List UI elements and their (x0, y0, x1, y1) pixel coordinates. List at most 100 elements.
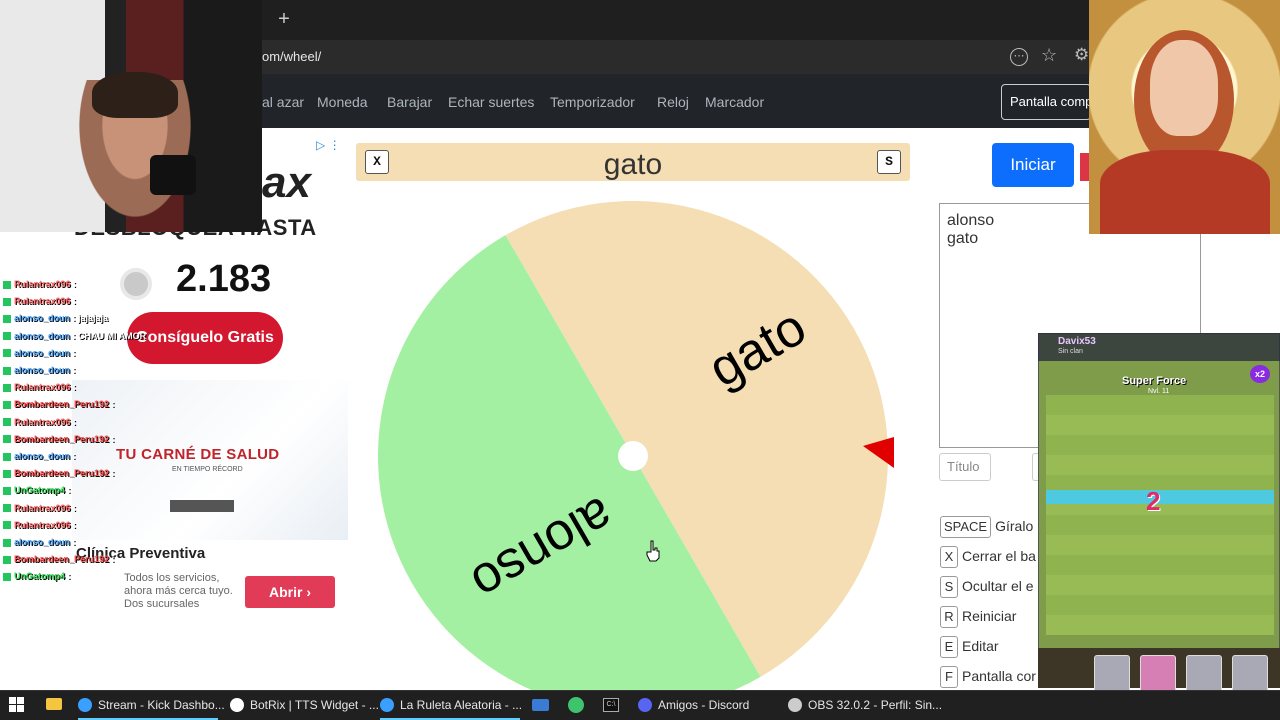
taskbar-item-stream[interactable]: Stream - Kick Dashbo... (78, 690, 225, 720)
hand-cursor-icon (646, 540, 660, 562)
chat-message: alonso_doun : (3, 448, 76, 465)
health-ad-subtitle: EN TIEMPO RÉCORD (172, 466, 243, 473)
nav-item-marcador[interactable]: Marcador (705, 92, 764, 112)
chat-username: alonso_doun (14, 313, 70, 324)
spin-wheel[interactable]: gato alonso (375, 200, 895, 690)
new-tab-button[interactable]: + (274, 8, 294, 30)
chat-badge-icon (3, 469, 11, 478)
taskbar-item-discord[interactable]: Amigos - Discord (638, 690, 778, 720)
chat-username: Bombardeen_Peru192 (14, 554, 110, 565)
chat-message: alonso_doun : (3, 534, 76, 551)
taskbar-label: Stream - Kick Dashbo... (98, 698, 225, 712)
shortcut-hide: S Ocultar el e (940, 576, 1034, 600)
shortcut-key: S (940, 576, 958, 598)
chat-text: : (70, 519, 77, 530)
url-field[interactable]: om/wheel/ (262, 46, 1082, 68)
nav-item-moneda[interactable]: Moneda (317, 92, 368, 112)
chat-text: : (109, 399, 115, 410)
chat-badge-icon (3, 538, 11, 547)
hide-result-button[interactable]: S (877, 150, 901, 174)
shortcut-key: R (940, 606, 958, 628)
shortcut-label: Gíralo (995, 518, 1034, 534)
chat-username: alonso_doun (14, 537, 70, 547)
chat-username: UnGatomp4 (14, 571, 66, 582)
chat-badge-icon (3, 418, 11, 427)
ad-info-icon[interactable]: ▷ ⋮ (316, 138, 341, 152)
start-button[interactable]: Iniciar (992, 143, 1074, 187)
chat-text: : (70, 537, 76, 547)
shortcut-label: Editar (962, 638, 999, 654)
taskbar-label: OBS 32.0.2 - Perfil: Sin... (808, 698, 943, 712)
chat-username: Bombardeen_Peru192 (14, 433, 110, 444)
windows-start-icon[interactable] (9, 697, 24, 712)
more-icon[interactable]: ⋯ (1010, 48, 1028, 66)
streamer-hair (92, 72, 178, 118)
chat-message: alonso_doun : (3, 345, 76, 362)
chat-message: alonso_doun : CHAU MI AMOR (3, 328, 146, 345)
game-banner-sub: Nvl. 11 (1148, 388, 1170, 395)
game-score: 2 (1146, 486, 1161, 516)
fullscreen-button[interactable]: Pantalla comp (1001, 84, 1091, 120)
ad-number: 2.183 (176, 258, 272, 300)
close-result-button[interactable]: X (365, 150, 389, 174)
chat-text: : jajajaja (70, 313, 109, 324)
shortcut-key: X (940, 546, 958, 568)
edge-icon (78, 698, 92, 712)
chat-username: alonso_doun (14, 451, 70, 461)
chat-message: alonso_doun : jajajaja (3, 310, 108, 327)
chat-text: : (70, 279, 77, 289)
shortcut-reset: R Reiniciar (940, 606, 1016, 630)
taskbar-item-ruleta[interactable]: La Ruleta Aleatoria - ... (380, 690, 522, 720)
app-icon[interactable] (568, 697, 584, 713)
game-banner: Super Force (1122, 375, 1187, 387)
bookmark-star-icon[interactable]: ☆ (1041, 45, 1057, 66)
chat-badge-icon (3, 280, 11, 289)
ad-logo: ax (262, 158, 311, 207)
chat-username: UnGatomp4 (14, 485, 66, 496)
extensions-icon[interactable]: ⚙ (1074, 45, 1089, 65)
taskbar-item-botrix[interactable]: BotRix | TTS Widget - ... (230, 690, 379, 720)
chat-badge-icon (3, 452, 11, 461)
nav-item-barajar[interactable]: Barajar (387, 92, 432, 112)
edge-icon (380, 698, 394, 712)
chat-text: : (70, 382, 77, 393)
chat-message: Rulantrax096 : (3, 379, 76, 396)
open-ad-button[interactable]: Abrir › (245, 576, 335, 608)
chat-badge-icon (3, 401, 11, 410)
chat-message: Rulantrax096 : (3, 293, 76, 310)
chat-message: Rulantrax096 : (3, 276, 76, 293)
chat-username: alonso_doun (14, 347, 70, 358)
terminal-icon[interactable]: C:\ (603, 698, 619, 712)
nav-item-temporizador[interactable]: Temporizador (550, 92, 635, 112)
chat-text: : (70, 451, 76, 461)
file-explorer-icon[interactable] (46, 698, 62, 710)
botrix-icon (230, 698, 244, 712)
taskbar-item-obs[interactable]: OBS 32.0.2 - Perfil: Sin... (788, 690, 942, 720)
health-ad-badge (170, 500, 234, 512)
portrait-robe (1100, 150, 1270, 234)
chat-text: : CHAU MI AMOR (70, 330, 147, 341)
chat-username: alonso_doun (14, 330, 70, 341)
chat-message: Bombardeen_Peru192 : (3, 396, 115, 413)
chat-message: Bombardeen_Peru192 : (3, 431, 115, 448)
chat-username: Rulantrax096 (14, 502, 71, 513)
robux-icon (120, 268, 152, 300)
chat-text: : (65, 571, 71, 582)
chat-badge-icon (3, 435, 11, 444)
nav-item-reloj[interactable]: Reloj (657, 92, 689, 112)
title-input[interactable]: Título (939, 453, 991, 481)
chat-text: : (109, 468, 115, 479)
chat-badge-icon (3, 521, 11, 530)
chat-text: : (109, 433, 115, 444)
mail-icon[interactable] (532, 699, 549, 711)
nav-item-al-azar[interactable]: al azar (262, 92, 304, 112)
nav-item-echar-suertes[interactable]: Echar suertes (448, 92, 534, 112)
chat-badge-icon (3, 366, 11, 375)
taskbar-label: Amigos - Discord (658, 698, 750, 712)
shortcut-label: Reiniciar (962, 608, 1017, 624)
chat-message: alonso_doun : (3, 362, 76, 379)
shortcut-spin: SPACE Gíralo (940, 516, 1033, 540)
shortcut-key: F (940, 666, 958, 688)
chat-text: : (70, 502, 77, 513)
ad-cta-button[interactable]: Consíguelo Gratis (127, 312, 283, 364)
